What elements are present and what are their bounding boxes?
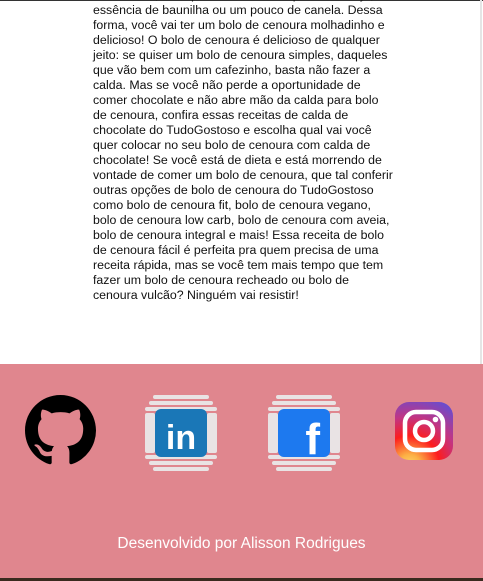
facebook-link[interactable] — [266, 395, 342, 471]
recipe-description-text: de cenoura, você pode adicionar raspas d… — [93, 0, 393, 302]
scrollbar-track[interactable] — [480, 0, 482, 364]
instagram-link[interactable] — [395, 402, 453, 460]
linkedin-link[interactable] — [143, 395, 219, 471]
recipe-description: de cenoura, você pode adicionar raspas d… — [93, 0, 393, 303]
github-link[interactable] — [25, 395, 96, 466]
site-footer: Desenvolvido por Alisson Rodrigues — [0, 364, 483, 578]
instagram-icon — [395, 402, 453, 460]
facebook-icon — [266, 395, 342, 471]
footer-credit: Desenvolvido por Alisson Rodrigues — [117, 535, 366, 552]
github-icon — [25, 395, 96, 466]
linkedin-icon — [143, 395, 219, 471]
